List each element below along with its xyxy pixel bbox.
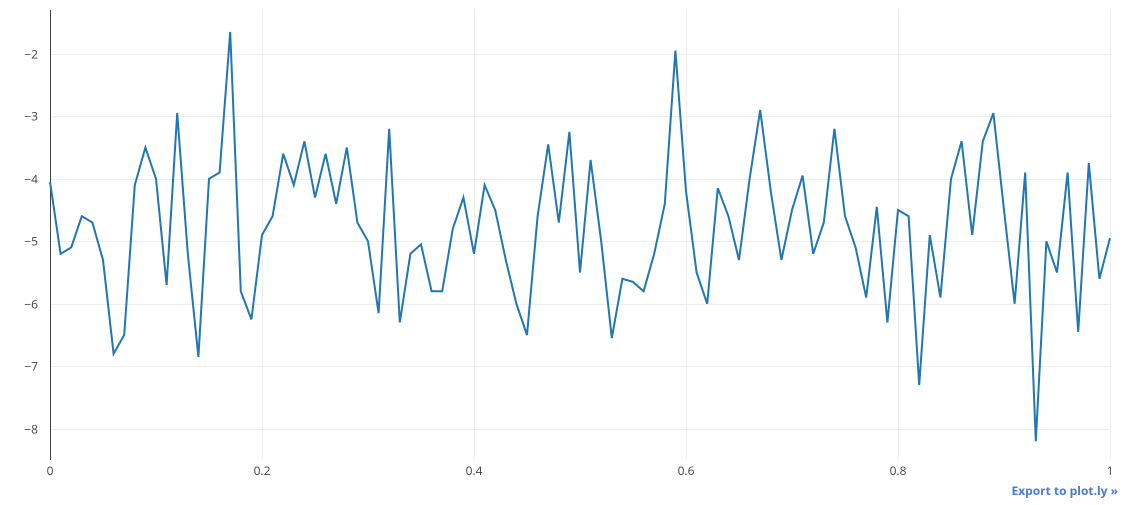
x-tick-label: 0.8 (890, 462, 907, 479)
x-tick-label: 0.2 (254, 462, 271, 479)
x-tick-label: 1 (1107, 462, 1114, 479)
x-tick-label: 0.6 (678, 462, 695, 479)
export-link[interactable]: Export to plot.ly » (1011, 482, 1118, 499)
x-tick-label: 0 (47, 462, 54, 479)
x-tick-label: 0.4 (466, 462, 483, 479)
y-tick-label: −2 (0, 45, 44, 62)
plot-area[interactable] (50, 10, 1110, 460)
y-tick-label: −3 (0, 108, 44, 125)
line-trace (50, 10, 1110, 460)
y-tick-label: −4 (0, 170, 44, 187)
grid-line-vertical (1110, 10, 1111, 460)
y-tick-label: −6 (0, 295, 44, 312)
y-tick-label: −8 (0, 420, 44, 437)
y-tick-label: −5 (0, 233, 44, 250)
y-tick-label: −7 (0, 358, 44, 375)
